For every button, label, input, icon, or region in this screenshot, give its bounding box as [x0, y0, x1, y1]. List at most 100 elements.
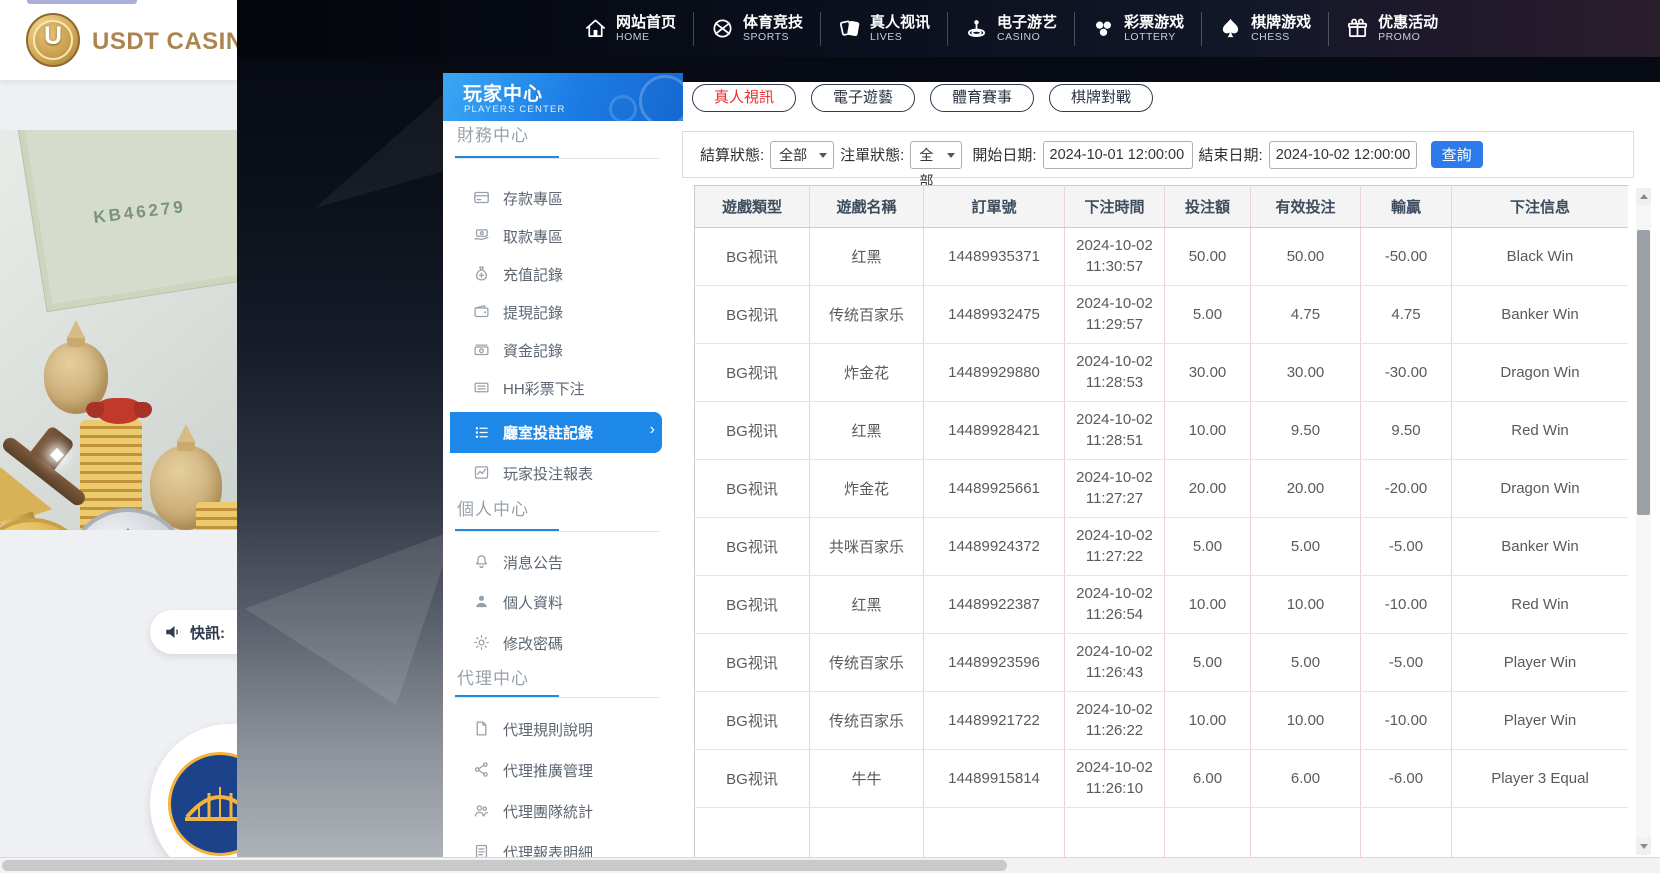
sidebar-item-label: 取款專區: [503, 229, 564, 246]
nav-item-chess[interactable]: 棋牌游戏 CHESS: [1202, 14, 1328, 44]
nav-item-casino[interactable]: 电子游艺 CASINO: [948, 14, 1074, 44]
cell: 14489923596: [923, 633, 1065, 692]
sidebar-item[interactable]: HH彩票下注: [443, 373, 683, 403]
red-bow-graphic: [86, 398, 152, 424]
homepage-background: U USDT CASINO KB46279 ฿: [0, 0, 310, 873]
site-header: U USDT CASINO: [0, 0, 262, 80]
page: U USDT CASINO KB46279 ฿: [0, 0, 1660, 873]
nav-item-sports[interactable]: 体育竞技 SPORTS: [694, 14, 820, 44]
sidebar-item-label: HH彩票下注: [503, 381, 585, 398]
filter-bar: 結算狀態: 全部 注單狀態: 全部 開始日期: 結束日期: 查詢: [682, 131, 1634, 189]
cell: Banker Win: [1451, 285, 1628, 344]
cell: -10.00: [1360, 575, 1452, 634]
chevron-down-icon: [947, 152, 956, 158]
nav-item-label: 体育竞技: [743, 13, 804, 31]
order-status-value: 全部: [919, 146, 934, 189]
tab-2[interactable]: 電子遊藝: [811, 84, 916, 112]
chevron-down-icon: [819, 152, 828, 158]
nav-items: 网站首页 HOME 体育竞技 SPORTS 真人视讯 LIVES 电子游艺 CASINO 彩票游…: [567, 0, 1455, 57]
table-vertical-scrollbar[interactable]: [1636, 188, 1651, 855]
nav-item-sublabel: LIVES: [870, 30, 903, 43]
nav-item-promo[interactable]: 优惠活动 PROMO: [1329, 14, 1455, 44]
sidebar-item-label: 代理規則說明: [503, 722, 594, 739]
cell: 共咪百家乐: [809, 517, 924, 576]
gift-icon: [1346, 17, 1369, 40]
horizontal-scrollbar[interactable]: [0, 857, 1660, 873]
cell: 14489922387: [923, 575, 1065, 634]
cell: Black Win: [1451, 227, 1628, 286]
nav-item-sublabel: HOME: [616, 30, 650, 43]
nav-item-lottery[interactable]: 彩票游戏 LOTTERY: [1075, 14, 1201, 44]
cell: 传统百家乐: [809, 285, 924, 344]
sidebar-item[interactable]: 取款專區: [443, 221, 683, 251]
cell: Dragon Win: [1451, 459, 1628, 518]
nav-item-home[interactable]: 网站首页 HOME: [567, 14, 693, 44]
lottery-bet-icon: [473, 379, 490, 396]
sidebar-item-label: 修改密碼: [503, 636, 564, 653]
cell: 14489915814: [923, 749, 1065, 808]
nav-item-sublabel: CASINO: [997, 30, 1041, 43]
cell: [694, 807, 810, 857]
cell: -5.00: [1360, 633, 1452, 692]
cell: 10.00: [1250, 575, 1361, 634]
nav-item-label: 彩票游戏: [1124, 13, 1185, 31]
cell: 炸金花: [809, 459, 924, 518]
search-button[interactable]: 查詢: [1430, 141, 1483, 168]
cell: 传统百家乐: [809, 691, 924, 750]
sidebar-item[interactable]: 代理推廣管理: [443, 755, 683, 785]
table-row: BG视讯 共咪百家乐 14489924372 2024-10-02 11:27:22 5.…: [694, 517, 1628, 576]
sidebar-menu: 財務中心 存款專區 取款專區 充值記錄 提現記錄 資金記錄 HH彩票下注 廳室投註記錄 › 玩家投…: [443, 82, 683, 862]
cell: [1064, 807, 1165, 857]
tab-3[interactable]: 體育賽事: [930, 84, 1035, 112]
sidebar-item[interactable]: 存款專區: [443, 183, 683, 213]
document-icon: [473, 720, 490, 737]
cell: 红黑: [809, 575, 924, 634]
cell: Banker Win: [1451, 517, 1628, 576]
cell: 5.00: [1250, 517, 1361, 576]
settle-status-select[interactable]: 全部: [770, 140, 835, 169]
tab-4[interactable]: 棋牌對戰: [1049, 84, 1154, 112]
start-date-input[interactable]: [1042, 140, 1193, 169]
ethereum-diamond-icon: [105, 528, 151, 530]
sidebar-item[interactable]: 個人資料: [443, 587, 683, 617]
cell: [1164, 807, 1251, 857]
scroll-up-button[interactable]: [1636, 188, 1651, 205]
sidebar-item-label: 充值記錄: [503, 267, 564, 284]
sidebar-item[interactable]: 修改密碼: [443, 628, 683, 658]
scrollbar-thumb[interactable]: [2, 860, 1007, 871]
roulette-icon: [965, 17, 988, 40]
order-status-label: 注單狀態:: [840, 147, 905, 164]
cell: -6.00: [1360, 749, 1452, 808]
cell: 10.00: [1164, 401, 1251, 460]
sidebar-item[interactable]: 代理規則說明: [443, 714, 683, 744]
sidebar-item[interactable]: 消息公告: [443, 547, 683, 577]
table-row: BG视讯 炸金花 14489929880 2024-10-02 11:28:53 30.0…: [694, 343, 1628, 402]
nav-item-lives[interactable]: 真人视讯 LIVES: [821, 14, 947, 44]
cell: 14489935371: [923, 227, 1065, 286]
bet-datetime: 2024-10-02 11:29:57: [1076, 295, 1153, 333]
table-row: BG视讯 牛牛 14489915814 2024-10-02 11:26:10 6.00 6…: [694, 749, 1628, 808]
nav-item-label: 真人视讯: [870, 13, 931, 31]
cell: 2024-10-02 11:28:51: [1064, 401, 1165, 460]
cell: 10.00: [1164, 691, 1251, 750]
sidebar-item-label: 消息公告: [503, 555, 564, 572]
cell: 10.00: [1164, 575, 1251, 634]
order-status-select[interactable]: 全部: [910, 140, 963, 189]
tab-1[interactable]: 真人視訊: [692, 84, 797, 112]
scrollbar-thumb[interactable]: [1637, 230, 1650, 515]
end-date-input[interactable]: [1268, 140, 1417, 169]
sidebar-item[interactable]: 資金記錄: [443, 335, 683, 365]
sidebar-item[interactable]: 代理團隊統計: [443, 796, 683, 826]
sidebar-item[interactable]: 玩家投注報表: [443, 458, 683, 488]
brand-coin-icon[interactable]: U: [26, 13, 80, 67]
end-date-label: 結束日期:: [1198, 147, 1263, 164]
sidebar-item[interactable]: 充值記錄: [443, 259, 683, 289]
sidebar-item[interactable]: 提現記錄: [443, 297, 683, 327]
nav-item-sublabel: CHESS: [1251, 30, 1290, 43]
bill-serial-text: KB46279: [92, 196, 187, 228]
scroll-down-button[interactable]: [1636, 838, 1651, 855]
cell: [923, 807, 1065, 857]
sidebar-item-active[interactable]: 廳室投註記錄 ›: [450, 412, 662, 453]
cell: 10.00: [1250, 691, 1361, 750]
nav-item-text: 体育竞技 SPORTS: [743, 14, 803, 44]
